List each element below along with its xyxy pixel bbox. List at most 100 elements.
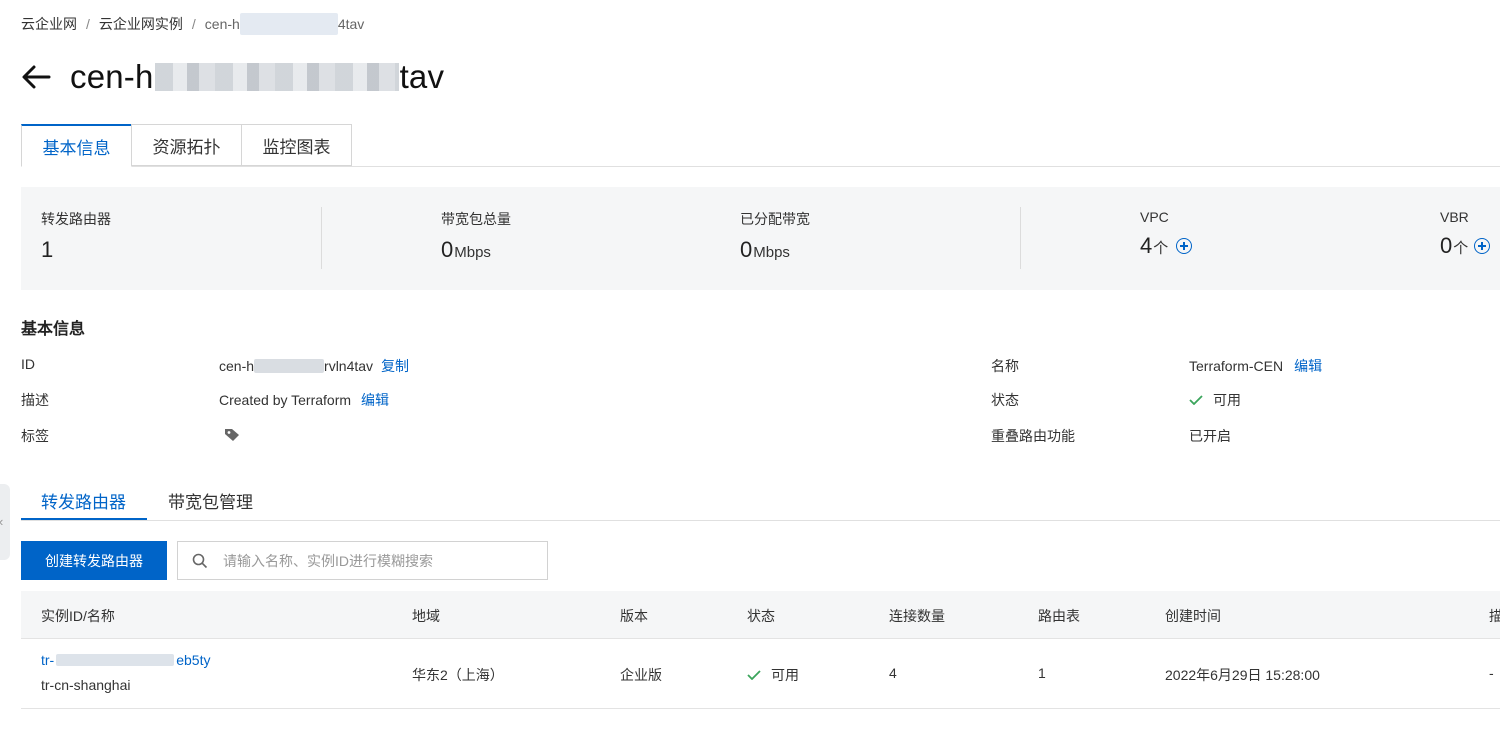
id-prefix: cen-h (219, 358, 255, 374)
redacted-mask (239, 13, 338, 35)
info-value-overlap-routing: 已开启 (1189, 428, 1231, 444)
stat-vpc: VPC 4个 (1140, 209, 1193, 259)
column-header-connections: 连接数量 (889, 608, 945, 624)
breadcrumb-separator: / (86, 16, 90, 32)
breadcrumb-current-suffix: 4tav (337, 16, 365, 32)
column-header-id-name: 实例ID/名称 (41, 608, 115, 624)
sidebar-collapse-handle[interactable]: ‹ (0, 484, 10, 560)
breadcrumb-item-cen-instances[interactable]: 云企业网实例 (99, 14, 183, 34)
table-row: tr- eb5ty tr-cn-shanghai 华东2（上海） 企业版 可用 … (21, 639, 1500, 709)
info-value-description: Created by Terraform 编辑 (219, 390, 389, 410)
active-tab-indicator (21, 518, 147, 520)
stat-bandwidth-total: 带宽包总量 0 Mbps (441, 209, 511, 263)
breadcrumb-item-cen[interactable]: 云企业网 (21, 14, 77, 34)
create-transit-router-button[interactable]: 创建转发路由器 (21, 541, 167, 580)
tab-basic-info[interactable]: 基本信息 (21, 124, 132, 167)
row-instance-name: tr-cn-shanghai (41, 677, 131, 693)
stat-number: 4 (1140, 233, 1153, 258)
back-arrow-icon[interactable] (21, 64, 51, 90)
stat-number: 1 (41, 237, 54, 262)
row-description: - (1489, 665, 1494, 681)
page-title: cen-h tav (70, 58, 444, 96)
sub-tabs: 转发路由器 带宽包管理 (21, 480, 1500, 521)
stat-label: 已分配带宽 (740, 211, 810, 227)
info-value-tags (224, 428, 240, 442)
column-header-description: 描 (1489, 608, 1500, 624)
stat-label: VBR (1440, 209, 1469, 225)
stat-number: 0 (1440, 233, 1453, 258)
stat-label: 带宽包总量 (441, 211, 511, 227)
info-label-status: 状态 (991, 392, 1019, 408)
stat-unit: Mbps (454, 244, 491, 261)
edit-name-link[interactable]: 编辑 (1294, 356, 1322, 376)
column-header-region: 地域 (412, 608, 440, 624)
breadcrumb-separator: / (191, 16, 196, 32)
breadcrumb: 云企业网 / 云企业网实例 / cen-h 4tav (21, 13, 364, 35)
check-icon (747, 670, 761, 680)
stat-value: 0 Mbps (441, 237, 511, 263)
redacted-mask (56, 654, 175, 666)
info-value-status: 可用 (1189, 390, 1241, 410)
check-icon (1189, 395, 1203, 405)
redacted-mask (154, 63, 399, 91)
stat-unit: Mbps (753, 244, 790, 261)
name-text: Terraform-CEN (1189, 358, 1284, 374)
row-created-time: 2022年6月29日 15:28:00 (1165, 667, 1320, 683)
stat-value: 0个 (1440, 233, 1491, 259)
info-label-overlap-routing: 重叠路由功能 (991, 428, 1075, 444)
row-status: 可用 (747, 665, 799, 685)
search-box[interactable] (177, 541, 548, 580)
section-title-basic-info: 基本信息 (21, 321, 86, 338)
stat-label: 转发路由器 (41, 211, 111, 227)
divider (321, 207, 322, 269)
info-value-name: Terraform-CEN 编辑 (1189, 356, 1322, 376)
row-route-tables-link[interactable]: 1 (1038, 665, 1046, 681)
tab-bandwidth-packages[interactable]: 带宽包管理 (168, 488, 253, 520)
info-label-tags: 标签 (21, 428, 49, 444)
stat-transit-routers: 转发路由器 1 (41, 209, 111, 263)
row-instance-id[interactable]: tr- eb5ty (41, 652, 210, 668)
stat-value: 1 (41, 237, 111, 263)
chevron-left-icon: ‹ (0, 514, 3, 529)
id-suffix: rvln4tav (324, 358, 374, 374)
info-value-id: cen-h rvln4tav 复制 (219, 356, 409, 376)
add-vpc-plus-icon[interactable] (1176, 238, 1193, 254)
add-vbr-plus-icon[interactable] (1474, 238, 1491, 254)
row-edition: 企业版 (620, 667, 662, 683)
breadcrumb-current-prefix: cen-h (204, 16, 240, 32)
status-text: 可用 (1213, 392, 1241, 408)
page: 云企业网 / 云企业网实例 / cen-h 4tav cen-h tav 基本信… (0, 0, 1500, 732)
info-label-name: 名称 (991, 358, 1019, 374)
instance-id-prefix[interactable]: tr- (41, 652, 54, 668)
divider (1020, 207, 1021, 269)
stat-label: VPC (1140, 209, 1169, 225)
search-input[interactable] (221, 551, 525, 570)
title-row: cen-h tav (21, 58, 444, 96)
table-header: 实例ID/名称 地域 版本 状态 连接数量 路由表 创建时间 描 (21, 591, 1500, 639)
instance-id-suffix[interactable]: eb5ty (176, 652, 210, 668)
main-tabs: 基本信息 资源拓扑 监控图表 (21, 124, 1500, 167)
row-connections-link[interactable]: 4 (889, 665, 897, 681)
redacted-mask (254, 359, 325, 373)
row-region: 华东2（上海） (412, 667, 504, 683)
edit-description-link[interactable]: 编辑 (361, 390, 389, 410)
info-label-id: ID (21, 356, 35, 372)
tab-monitoring-charts[interactable]: 监控图表 (241, 124, 352, 166)
info-label-description: 描述 (21, 392, 49, 408)
stat-value: 0 Mbps (740, 237, 810, 263)
search-icon (192, 553, 208, 568)
tab-transit-routers[interactable]: 转发路由器 (41, 488, 126, 520)
tag-icon[interactable] (224, 428, 240, 442)
stat-value: 4个 (1140, 233, 1193, 259)
column-header-created-time: 创建时间 (1165, 608, 1221, 624)
stat-unit: 个 (1153, 240, 1169, 257)
description-text: Created by Terraform (219, 392, 352, 408)
stat-vbr: VBR 0个 (1440, 209, 1491, 259)
column-header-route-tables: 路由表 (1038, 608, 1080, 624)
tab-resource-topology[interactable]: 资源拓扑 (131, 124, 242, 166)
copy-id-link[interactable]: 复制 (381, 356, 409, 376)
row-status-text: 可用 (771, 667, 799, 683)
stats-panel: 转发路由器 1 带宽包总量 0 Mbps 已分配带宽 0 Mbps VPC 4个 V… (21, 187, 1500, 290)
stat-number: 0 (441, 237, 454, 262)
column-header-edition: 版本 (620, 608, 648, 624)
